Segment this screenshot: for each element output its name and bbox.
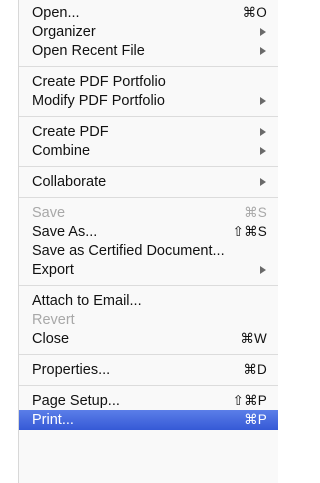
menu-item-label: Open Recent File — [32, 43, 145, 59]
menu-separator — [19, 116, 278, 117]
menu-item-label: Attach to Email... — [32, 293, 142, 309]
menu-item-create-pdf-portfolio[interactable]: Create PDF Portfolio — [19, 72, 278, 92]
menu-item-modify-pdf-portfolio[interactable]: Modify PDF Portfolio — [19, 91, 278, 111]
menu-separator — [19, 354, 278, 355]
menu-item-save: Save ⌘S — [19, 203, 278, 223]
menu-item-shortcut: ⌘S — [244, 205, 267, 220]
menu-item-shortcut: ⌘W — [240, 331, 267, 346]
menu-item-combine[interactable]: Combine — [19, 141, 278, 161]
menu-item-label: Create PDF Portfolio — [32, 74, 166, 90]
menu-item-shortcut: ⌘P — [244, 412, 267, 427]
menu-separator — [19, 285, 278, 286]
menu-item-label: Open... — [32, 5, 80, 21]
menu-item-shortcut: ⇧⌘P — [232, 393, 267, 408]
menu-item-label: Collaborate — [32, 174, 107, 190]
menu-item-label: Save — [32, 205, 66, 221]
menu-item-label: Revert — [32, 312, 75, 328]
menu-item-save-as[interactable]: Save As... ⇧⌘S — [19, 222, 278, 242]
menu-item-shortcut: ⇧⌘S — [232, 224, 267, 239]
chevron-right-icon — [260, 266, 266, 274]
menu-item-shortcut: ⌘O — [242, 5, 267, 20]
menu-item-close[interactable]: Close ⌘W — [19, 329, 278, 349]
chevron-right-icon — [260, 97, 266, 105]
menu-item-collaborate[interactable]: Collaborate — [19, 172, 278, 192]
menu-item-label: Page Setup... — [32, 393, 120, 409]
menu-item-export[interactable]: Export — [19, 260, 278, 280]
menu-separator — [19, 166, 278, 167]
menu-item-organizer[interactable]: Organizer — [19, 22, 278, 42]
menu-item-label: Save As... — [32, 224, 98, 240]
menu-item-properties[interactable]: Properties... ⌘D — [19, 360, 278, 380]
menu-item-label: Close — [32, 331, 70, 347]
file-menu: Open... ⌘O Organizer Open Recent File Cr… — [18, 0, 278, 483]
menu-item-label: Organizer — [32, 24, 96, 40]
menu-item-revert: Revert — [19, 310, 278, 330]
chevron-right-icon — [260, 178, 266, 186]
menu-item-print[interactable]: Print... ⌘P — [19, 410, 278, 430]
menu-item-label: Print... — [32, 412, 74, 428]
menu-item-attach-to-email[interactable]: Attach to Email... — [19, 291, 278, 311]
menu-item-label: Combine — [32, 143, 91, 159]
chevron-right-icon — [260, 28, 266, 36]
chevron-right-icon — [260, 147, 266, 155]
menu-item-label: Properties... — [32, 362, 111, 378]
menu-item-save-as-certified-document[interactable]: Save as Certified Document... — [19, 241, 278, 261]
menu-item-shortcut: ⌘D — [243, 362, 267, 377]
menu-item-create-pdf[interactable]: Create PDF — [19, 122, 278, 142]
menu-item-page-setup[interactable]: Page Setup... ⇧⌘P — [19, 391, 278, 411]
menu-item-label: Modify PDF Portfolio — [32, 93, 165, 109]
menu-item-label: Create PDF — [32, 124, 109, 140]
menu-item-label: Export — [32, 262, 74, 278]
menu-separator — [19, 385, 278, 386]
menu-separator — [19, 66, 278, 67]
menu-separator — [19, 197, 278, 198]
menu-item-open[interactable]: Open... ⌘O — [19, 3, 278, 23]
chevron-right-icon — [260, 128, 266, 136]
menu-item-label: Save as Certified Document... — [32, 243, 225, 259]
chevron-right-icon — [260, 47, 266, 55]
menu-item-open-recent-file[interactable]: Open Recent File — [19, 41, 278, 61]
